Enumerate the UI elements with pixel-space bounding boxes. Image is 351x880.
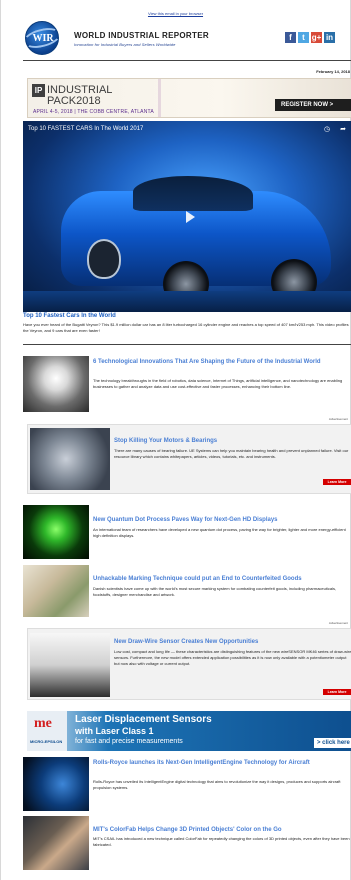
article-title[interactable]: MIT's ColorFab Helps Change 3D Printed O… <box>93 826 351 834</box>
article-item: New Quantum Dot Process Paves Way for Ne… <box>23 505 351 559</box>
article-item: MIT's ColorFab Helps Change 3D Printed O… <box>23 816 351 870</box>
banner-line2: PACK2018 <box>47 95 101 107</box>
section-divider <box>23 344 351 345</box>
twitter-icon[interactable]: t <box>298 32 309 43</box>
me-brand: MICRO-EPSILON <box>30 739 63 744</box>
newsletter-page: View this email in your browser WIR WORL… <box>0 0 351 880</box>
banner-accent <box>158 79 161 117</box>
article-item: 6 Technological Innovations That Are Sha… <box>23 356 351 414</box>
article-title[interactable]: Stop Killing Your Motors & Bearings <box>114 437 351 445</box>
banner-subtitle: APRIL 4-5, 2018 | THE COBB CENTRE, ATLAN… <box>33 109 154 115</box>
ad-article: Stop Killing Your Motors & Bearings Ther… <box>27 424 351 494</box>
brand-title: WORLD INDUSTRIAL REPORTER <box>74 31 209 40</box>
ip-logo: IP <box>32 84 45 97</box>
view-in-browser-link[interactable]: View this email in your browser <box>1 11 350 16</box>
me-mark: me <box>34 716 52 731</box>
register-button[interactable]: REGISTER NOW > <box>275 99 351 111</box>
ad-label: Advertisement <box>328 417 348 421</box>
ad-article: New Draw-Wire Sensor Creates New Opportu… <box>27 628 351 700</box>
article-text: The technology breakthroughs in the fiel… <box>93 378 343 389</box>
lightbulb-image[interactable] <box>23 356 89 412</box>
motor-bearing-image[interactable] <box>30 428 110 490</box>
article-text: An international team of researchers hav… <box>93 527 346 538</box>
video-floor <box>23 291 351 312</box>
article-item: Rolls-Royce launches its Next-Gen Intell… <box>23 757 351 811</box>
article-title[interactable]: 6 Technological Innovations That Are Sha… <box>93 358 351 366</box>
jet-engine-image[interactable] <box>23 757 89 811</box>
article-title[interactable]: Unhackable Marking Technique could put a… <box>93 575 351 583</box>
ad-label: Advertisement <box>328 621 348 625</box>
social-links: f t g+ in <box>285 32 335 43</box>
article-text: MIT's CSAIL has introduced a new techniq… <box>93 836 350 847</box>
click-here-button[interactable]: > click here <box>314 738 351 748</box>
facebook-icon[interactable]: f <box>285 32 296 43</box>
learn-more-button[interactable]: Learn More <box>323 479 351 485</box>
video-player[interactable]: Top 10 FASTEST CARS In The World 2017 ◷ … <box>23 121 351 312</box>
micro-epsilon-logo: me MICRO-EPSILON <box>27 711 67 751</box>
banner-line1: Laser Displacement Sensors <box>75 714 212 725</box>
video-caption-text: Have you ever heard of the Bugatti Veyro… <box>23 322 349 333</box>
share-icon[interactable]: ➦ <box>340 125 346 133</box>
car-window <box>133 176 253 211</box>
brand-tagline: Innovation for Industrial Buyers and Sel… <box>74 42 176 47</box>
google-plus-icon[interactable]: g+ <box>311 32 322 43</box>
article-text: Danish scientists have come up with the … <box>93 586 337 597</box>
video-caption-title[interactable]: Top 10 Fastest Cars In the World <box>23 313 116 319</box>
colorfab-image[interactable] <box>23 816 89 870</box>
industrial-pack-banner[interactable]: IP INDUSTRIAL PACK2018 APRIL 4-5, 2018 |… <box>27 78 351 118</box>
article-title[interactable]: New Draw-Wire Sensor Creates New Opportu… <box>114 638 351 646</box>
brand-header: WIR WORLD INDUSTRIAL REPORTER Innovation… <box>21 21 351 59</box>
play-icon[interactable] <box>186 211 195 223</box>
marking-image[interactable] <box>23 565 89 617</box>
learn-more-button[interactable]: Learn More <box>323 689 351 695</box>
linkedin-icon[interactable]: in <box>324 32 335 43</box>
car-grille <box>87 239 121 279</box>
video-controls: ◷ ➦ <box>324 125 346 133</box>
issue-date: February 14, 2018 <box>316 69 350 74</box>
article-title[interactable]: New Quantum Dot Process Paves Way for Ne… <box>93 516 351 524</box>
draw-wire-sensor-image[interactable] <box>30 633 110 697</box>
quantum-dot-image[interactable] <box>23 505 89 559</box>
video-title[interactable]: Top 10 FASTEST CARS In The World 2017 <box>28 126 143 132</box>
article-text: Rolls-Royce has unveiled its Intelligent… <box>93 779 341 790</box>
banner-line3: for fast and precise measurements <box>75 738 183 745</box>
article-text: Low cost, compact and long life — these … <box>114 649 351 666</box>
logo-text: WIR <box>32 33 54 44</box>
banner-line2: with Laser Class 1 <box>75 726 154 736</box>
article-text: There are many causes of bearing failure… <box>114 448 349 459</box>
clock-icon[interactable]: ◷ <box>324 125 330 133</box>
laser-sensor-banner[interactable]: me MICRO-EPSILON Laser Displacement Sens… <box>27 711 351 751</box>
article-title[interactable]: Rolls-Royce launches its Next-Gen Intell… <box>93 759 351 767</box>
header-divider <box>23 60 351 61</box>
article-item: Unhackable Marking Technique could put a… <box>23 565 351 617</box>
